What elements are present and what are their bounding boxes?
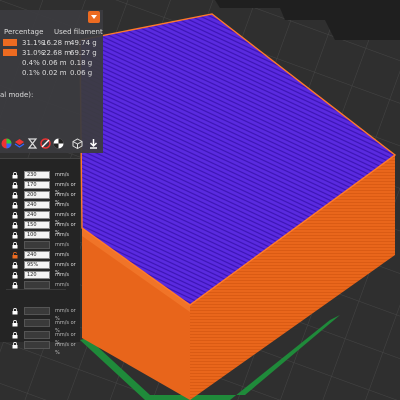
export-icon[interactable] [88,138,99,149]
hourglass-icon[interactable] [27,138,38,149]
speed-input[interactable]: 170 [24,181,50,189]
speed-input[interactable] [24,281,50,289]
stats-row: 0.4% 0.06 m 0.18 g [22,59,93,67]
speed-input[interactable] [24,341,50,349]
lock-icon[interactable] [12,242,18,249]
slicer-stats-panel: Percentage Used filament 31.1% 16.28 m 4… [0,10,103,153]
unit-label: mm/s [55,172,70,178]
setting-row: 170 mm/s or % [0,181,80,196]
setting-row: 240 mm/s or % [0,211,80,226]
print-settings-panel: 230 mm/s 170 mm/s or % 200 mm/s or % 240 mm/s 24… [0,158,80,356]
speed-input[interactable]: 100 [24,231,50,239]
setting-row: 200 mm/s or % [0,191,80,206]
setting-row: 240 mm/s [0,201,80,210]
setting-row: 240 mm/s [0,251,80,260]
stats-row: 0.1% 0.02 m 0.06 g [22,69,93,77]
setting-row: mm/s or % [0,341,80,356]
speed-input[interactable]: 240 [24,211,50,219]
lock-icon[interactable] [12,282,18,289]
collapse-button[interactable] [88,11,100,23]
speed-input[interactable]: 240 [24,201,50,209]
lock-icon[interactable] [12,262,18,269]
stats-row: 31.0% 22.68 m 69.27 g [0,49,103,58]
lock-icon[interactable] [12,192,18,199]
lock-icon[interactable] [12,212,18,219]
lock-icon[interactable] [12,202,18,209]
lock-icon[interactable] [12,232,18,239]
cube-icon[interactable] [72,138,83,149]
chevron-down-icon [91,15,97,19]
lock-icon[interactable] [12,342,18,349]
speed-input[interactable] [24,241,50,249]
pie-icon[interactable] [53,138,64,149]
setting-row: mm/s [0,241,80,250]
unit-label: mm/s [55,202,70,208]
speed-input[interactable] [24,307,50,315]
setting-row: mm/s or % [0,319,80,334]
setting-row: 150 mm/s or % [0,221,80,236]
section-divider [6,289,66,290]
setting-row: 230 mm/s [0,171,80,180]
color-wheel-icon[interactable] [1,138,12,149]
speed-input[interactable] [24,319,50,327]
setting-row: 100 mm/s [0,231,80,240]
speed-input[interactable]: 120 [24,271,50,279]
filament-icon[interactable] [40,138,51,149]
unit-label: mm/s or % [55,342,76,356]
unit-label: mm/s [55,282,70,288]
lock-icon[interactable] [12,320,18,327]
lock-icon[interactable] [12,222,18,229]
speed-input[interactable]: 240 [24,251,50,259]
lock-icon[interactable] [12,272,18,279]
unit-label: mm/s [55,252,70,258]
setting-row: 120 mm/s [0,271,80,280]
layers-icon[interactable] [14,138,25,149]
stats-toolbar [0,138,103,154]
speed-input[interactable]: 150 [24,221,50,229]
setting-row: 95% mm/s or % [0,261,80,276]
speed-input[interactable]: 200 [24,191,50,199]
unit-label: mm/s [55,242,70,248]
unit-label: mm/s [55,232,70,238]
mode-note: al mode): [0,91,34,99]
color-swatch [3,49,17,56]
speed-input[interactable] [24,331,50,339]
unlock-icon[interactable] [12,252,18,259]
header-percentage: Percentage [4,28,44,36]
setting-row: mm/s or % [0,307,80,322]
lock-icon[interactable] [12,308,18,315]
header-used-filament: Used filament [54,28,103,36]
lock-icon[interactable] [12,182,18,189]
lock-icon[interactable] [12,172,18,179]
setting-row: mm/s or % [0,331,80,346]
speed-input[interactable]: 95% [24,261,50,269]
color-swatch [3,39,17,46]
speed-input[interactable]: 230 [24,171,50,179]
stats-row: 31.1% 16.28 m 49.74 g [0,39,103,48]
lock-icon[interactable] [12,332,18,339]
unit-label: mm/s [55,272,70,278]
